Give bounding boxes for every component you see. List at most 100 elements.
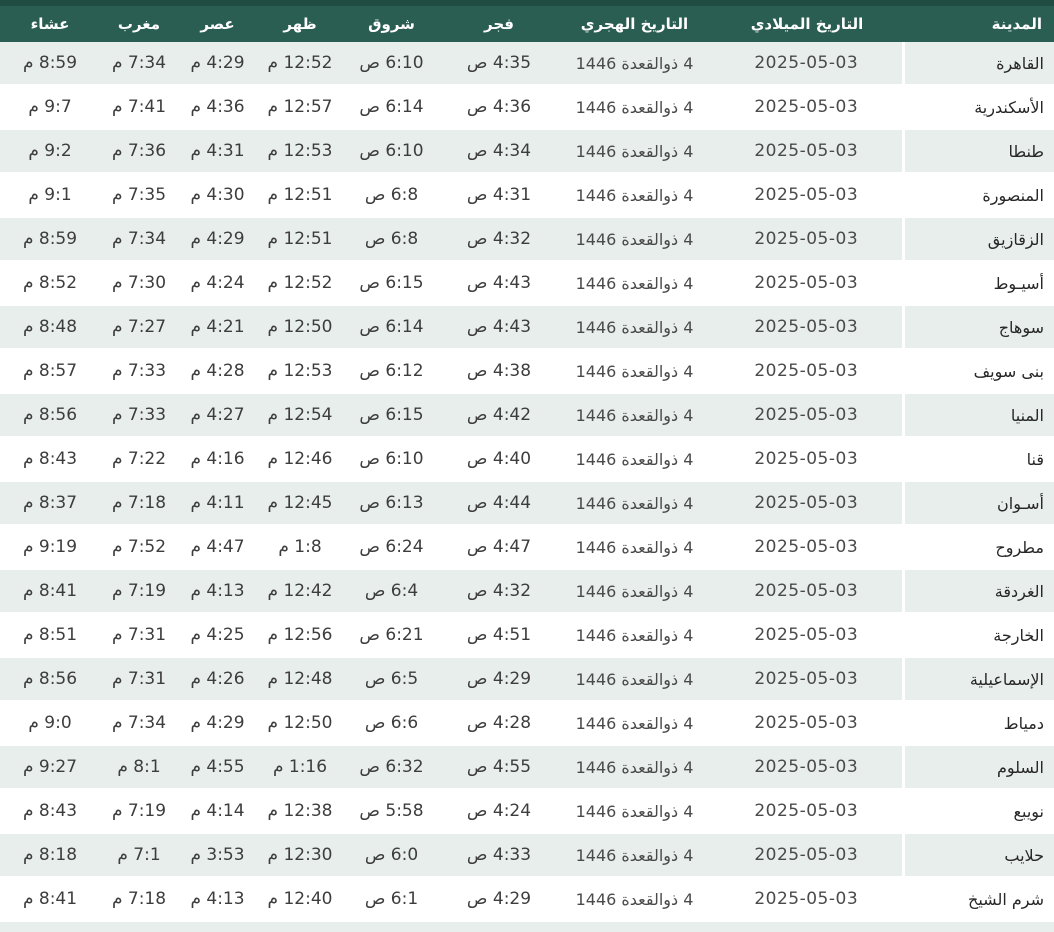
cell-isha-time: 8:57 م	[0, 349, 100, 394]
cell-sunrise-time: 6:21 ص	[343, 613, 440, 658]
column-header-hijri-date: التاريخ الهجري	[558, 0, 711, 42]
cell-gregorian-date: 2025-05-03	[711, 85, 903, 130]
cell-dhuhr-time: 12:30 م	[257, 833, 343, 878]
cell-asr-time: 4:13 م	[178, 569, 257, 614]
cell-city: السلوم	[901, 745, 1054, 790]
cell-isha-time: 8:59 م	[0, 217, 100, 262]
cell-hijri-date: 4 ذوالقعدة 1446	[558, 789, 711, 834]
cell-sunrise-time: 5:58 ص	[343, 789, 440, 834]
cell-fajr-time: 4:29 ص	[440, 877, 558, 922]
cell-gregorian-date: 2025-05-03	[711, 261, 903, 306]
cell-hijri-date: 4 ذوالقعدة 1446	[558, 85, 711, 130]
cell-asr-time: 4:27 م	[178, 393, 257, 438]
column-header-sunrise: شروق	[343, 0, 440, 42]
table-header: المدينة التاريخ الميلادي التاريخ الهجري …	[0, 0, 1054, 42]
cell-maghrib-time: 7:41 م	[100, 85, 178, 130]
cell-isha-time: 8:43 م	[0, 789, 100, 834]
cell-isha-time: 8:43 م	[0, 437, 100, 482]
cell-hijri-date: 4 ذوالقعدة 1446	[558, 877, 711, 922]
cell-city: الإسماعيلية	[901, 657, 1054, 702]
cell-sunrise-time: 6:10 ص	[343, 437, 440, 482]
cell-maghrib-time: 7:30 م	[100, 261, 178, 306]
cell-city: أسيـوط	[901, 261, 1054, 306]
cell-asr-time: 3:53 م	[178, 833, 257, 878]
column-header-city: المدينة	[903, 0, 1054, 42]
cell-sunrise-time: 6:8 ص	[343, 217, 440, 262]
table-row: أسـوان 2025-05-03 4 ذوالقعدة 1446 4:44 ص…	[0, 481, 1054, 526]
cell-fajr-time: 4:33 ص	[440, 833, 558, 878]
cell-dhuhr-time: 12:48 م	[257, 657, 343, 702]
prayer-times-page: المدينة التاريخ الميلادي التاريخ الهجري …	[0, 0, 1054, 932]
table-row: قنا 2025-05-03 4 ذوالقعدة 1446 4:40 ص 6:…	[0, 437, 1054, 482]
cell-maghrib-time: 7:31 م	[100, 657, 178, 702]
cell-city: الزقازيق	[901, 217, 1054, 262]
cell-sunrise-time: 6:4 ص	[343, 569, 440, 614]
cell-maghrib-time: 7:35 م	[100, 173, 178, 218]
table-body: القاهرة 2025-05-03 4 ذوالقعدة 1446 4:35 …	[0, 42, 1054, 922]
cell-asr-time: 4:26 م	[178, 657, 257, 702]
cell-dhuhr-time: 12:53 م	[257, 129, 343, 174]
cell-isha-time: 9:19 م	[0, 525, 100, 570]
cell-maghrib-time: 7:34 م	[100, 701, 178, 746]
table-row: المنيا 2025-05-03 4 ذوالقعدة 1446 4:42 ص…	[0, 393, 1054, 438]
cell-fajr-time: 4:42 ص	[440, 393, 558, 438]
cell-isha-time: 8:51 م	[0, 613, 100, 658]
cell-dhuhr-time: 12:50 م	[257, 305, 343, 350]
cell-asr-time: 4:36 م	[178, 85, 257, 130]
cell-fajr-time: 4:44 ص	[440, 481, 558, 526]
cell-fajr-time: 4:47 ص	[440, 525, 558, 570]
cell-city: الخارجة	[901, 613, 1054, 658]
table-row: الغردقة 2025-05-03 4 ذوالقعدة 1446 4:32 …	[0, 569, 1054, 614]
cell-maghrib-time: 7:34 م	[100, 42, 178, 86]
cell-city: دمياط	[901, 701, 1054, 746]
cell-dhuhr-time: 12:54 م	[257, 393, 343, 438]
cell-maghrib-time: 7:52 م	[100, 525, 178, 570]
cell-maghrib-time: 7:34 م	[100, 217, 178, 262]
cell-city: نويبع	[901, 789, 1054, 834]
cell-isha-time: 9:27 م	[0, 745, 100, 790]
cell-asr-time: 4:29 م	[178, 217, 257, 262]
cell-sunrise-time: 6:15 ص	[343, 393, 440, 438]
cell-city: أسـوان	[901, 481, 1054, 526]
cell-sunrise-time: 6:12 ص	[343, 349, 440, 394]
cell-gregorian-date: 2025-05-03	[711, 305, 903, 350]
cell-city: مطروح	[901, 525, 1054, 570]
cell-isha-time: 9:2 م	[0, 129, 100, 174]
cell-dhuhr-time: 1:16 م	[257, 745, 343, 790]
cell-fajr-time: 4:28 ص	[440, 701, 558, 746]
table-row: الإسماعيلية 2025-05-03 4 ذوالقعدة 1446 4…	[0, 657, 1054, 702]
table-row: المنصورة 2025-05-03 4 ذوالقعدة 1446 4:31…	[0, 173, 1054, 218]
column-header-fajr: فجر	[440, 0, 558, 42]
cell-dhuhr-time: 12:46 م	[257, 437, 343, 482]
table-row: سوهاج 2025-05-03 4 ذوالقعدة 1446 4:43 ص …	[0, 305, 1054, 350]
cell-city: المنيا	[901, 393, 1054, 438]
table-row: القاهرة 2025-05-03 4 ذوالقعدة 1446 4:35 …	[0, 42, 1054, 86]
cell-isha-time: 8:18 م	[0, 833, 100, 878]
cell-hijri-date: 4 ذوالقعدة 1446	[558, 173, 711, 218]
table-row: الزقازيق 2025-05-03 4 ذوالقعدة 1446 4:32…	[0, 217, 1054, 262]
cell-gregorian-date: 2025-05-03	[711, 877, 903, 922]
cell-sunrise-time: 6:13 ص	[343, 481, 440, 526]
cell-gregorian-date: 2025-05-03	[711, 613, 903, 658]
cell-city: حلايب	[901, 833, 1054, 878]
cell-fajr-time: 4:38 ص	[440, 349, 558, 394]
cell-sunrise-time: 6:15 ص	[343, 261, 440, 306]
cell-fajr-time: 4:29 ص	[440, 657, 558, 702]
cell-gregorian-date: 2025-05-03	[711, 657, 903, 702]
cell-maghrib-time: 8:1 م	[100, 745, 178, 790]
cell-dhuhr-time: 12:56 م	[257, 613, 343, 658]
cell-asr-time: 4:47 م	[178, 525, 257, 570]
cell-city: طنطا	[901, 129, 1054, 174]
cell-maghrib-time: 7:33 م	[100, 393, 178, 438]
cell-hijri-date: 4 ذوالقعدة 1446	[558, 525, 711, 570]
cell-hijri-date: 4 ذوالقعدة 1446	[558, 481, 711, 526]
cell-isha-time: 8:48 م	[0, 305, 100, 350]
column-header-dhuhr: ظهر	[257, 0, 343, 42]
cell-hijri-date: 4 ذوالقعدة 1446	[558, 701, 711, 746]
cell-hijri-date: 4 ذوالقعدة 1446	[558, 657, 711, 702]
cell-sunrise-time: 6:10 ص	[343, 129, 440, 174]
table-row: بنى سويف 2025-05-03 4 ذوالقعدة 1446 4:38…	[0, 349, 1054, 394]
cell-dhuhr-time: 12:57 م	[257, 85, 343, 130]
cell-hijri-date: 4 ذوالقعدة 1446	[558, 393, 711, 438]
cell-asr-time: 4:11 م	[178, 481, 257, 526]
